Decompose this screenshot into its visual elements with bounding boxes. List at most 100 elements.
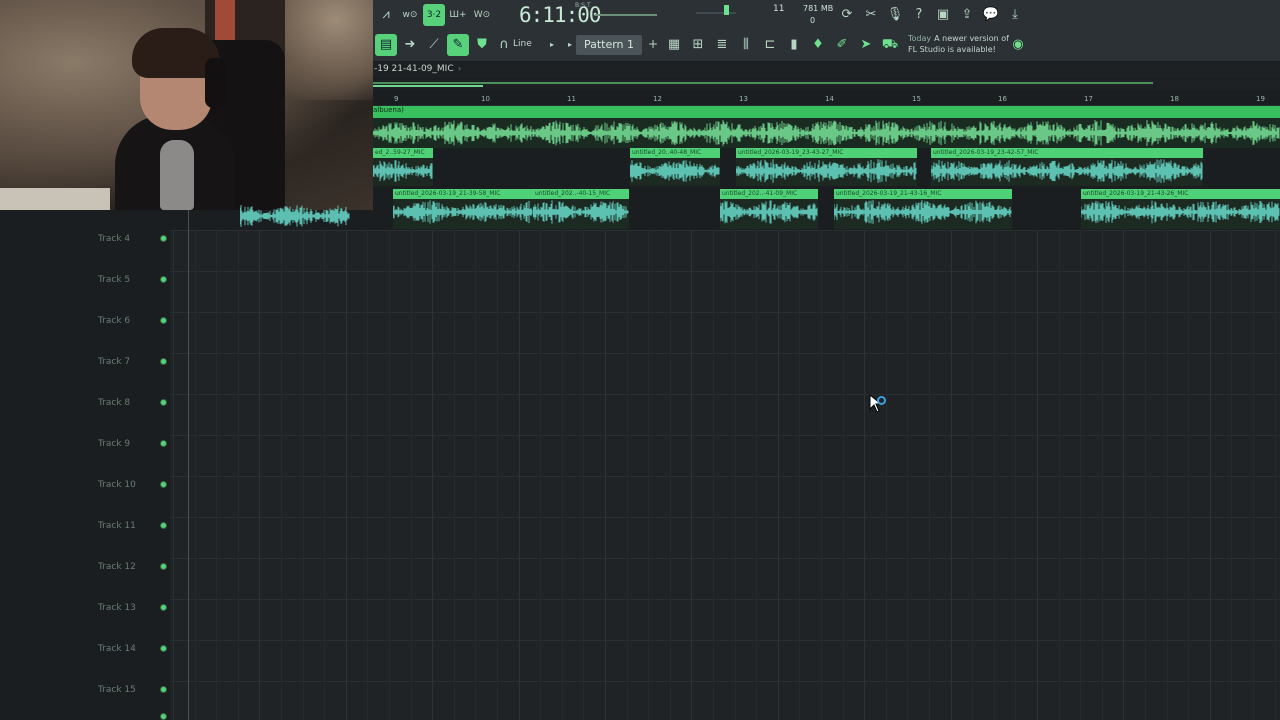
clip-title: untitled_2026-03-19_23-42-57_MIC	[931, 148, 1203, 158]
plugin-icon[interactable]: ▮	[783, 34, 805, 56]
track-mute-button[interactable]	[160, 604, 167, 611]
master-pitch-icon[interactable]: ⩘	[375, 4, 397, 26]
playhead[interactable]	[188, 210, 189, 720]
countdown-icon[interactable]: 3·2	[423, 4, 445, 26]
audio-clip[interactable]: ed_2..59-27_MIC	[373, 148, 433, 186]
stamp-icon[interactable]: ⛊	[471, 34, 493, 56]
grid-column-divider	[993, 230, 995, 720]
breadcrumb-text[interactable]: -19 21-41-09_MIC	[374, 64, 454, 74]
touch-icon[interactable]: ♦	[807, 34, 829, 56]
waveform	[834, 200, 1012, 224]
grid-column-divider	[1253, 230, 1254, 720]
export-icon[interactable]: ⇪	[956, 4, 978, 26]
magnet-icon[interactable]: ∩	[493, 34, 515, 56]
grid-column-divider	[1209, 230, 1211, 720]
track-label[interactable]: Track 10	[98, 480, 136, 490]
audio-clip[interactable]: untitled_20..40-48_MIC	[630, 148, 720, 186]
track-list: Track 4 Track 5 Track 6 Track 7 Track 8 Track…	[0, 210, 170, 720]
chat-icon[interactable]: 💬	[980, 4, 1002, 26]
audio-clip[interactable]: untitled_2026-03-19_21-43-16_MIC	[834, 189, 1012, 229]
grid-column-divider	[605, 230, 606, 720]
playlist-view-icon[interactable]: ▦	[663, 34, 685, 56]
piano-roll-icon[interactable]: ⊞	[687, 34, 709, 56]
track-mute-button[interactable]	[160, 440, 167, 447]
audio-clip[interactable]: untitled_2026-03-19_23-42-57_MIC	[931, 148, 1203, 186]
track-mute-button[interactable]	[160, 276, 167, 283]
channel-rack-icon[interactable]: ≣	[711, 34, 733, 56]
track-label[interactable]: Track 5	[98, 275, 130, 285]
playlist-grid[interactable]	[170, 230, 1280, 720]
track-mute-button[interactable]	[160, 481, 167, 488]
audio-clip[interactable]: untitled_2026-03-19_21-39-58_MIC	[393, 189, 533, 229]
brush-icon[interactable]: ✐	[831, 34, 853, 56]
arrow-icon[interactable]: ➜	[399, 34, 421, 56]
playlist-icon[interactable]: ▤	[375, 34, 397, 56]
clip-title: untitled_2026-03-19_23-43-27_MIC	[736, 148, 917, 158]
grid-column-divider	[475, 230, 477, 720]
globe-icon[interactable]: ◉	[1007, 34, 1029, 56]
paint-icon[interactable]: ⟋	[423, 34, 445, 56]
track-label[interactable]: Track 6	[98, 316, 130, 326]
arrow-right-icon[interactable]: ➤	[855, 34, 877, 56]
browser-icon[interactable]: ⊏	[759, 34, 781, 56]
track-mute-button[interactable]	[160, 399, 167, 406]
grid-column-divider	[345, 230, 347, 720]
track-mute-button[interactable]	[160, 645, 167, 652]
audio-clip[interactable]: untitled_2026-03-19_23-43-27_MIC	[736, 148, 917, 186]
grid-column-divider	[669, 230, 671, 720]
track-label[interactable]: Track 9	[98, 439, 130, 449]
track-label[interactable]: Track 4	[98, 234, 130, 244]
grid-row-divider	[170, 681, 1280, 682]
master-volume-meter	[595, 14, 657, 16]
track-label[interactable]: Track 15	[98, 685, 136, 695]
help-icon[interactable]: ?	[908, 4, 930, 26]
breadcrumb-arrow-icon[interactable]: ›	[458, 64, 461, 73]
track-mute-button[interactable]	[160, 713, 167, 720]
grid-column-divider	[1058, 230, 1060, 720]
audio-clip[interactable]: untitled_2026-03-19_21-43-26_MIC	[1081, 189, 1280, 229]
clip-header[interactable]: albuena)	[373, 106, 1280, 118]
shop-icon[interactable]: ⛟	[879, 34, 901, 56]
track-mute-button[interactable]	[160, 522, 167, 529]
audio-clip[interactable]	[240, 200, 350, 230]
track-mute-button[interactable]	[160, 686, 167, 693]
clip-title: ed_2..59-27_MIC	[373, 148, 433, 158]
grid-column-divider	[907, 230, 909, 720]
undo-history-icon[interactable]: ⟳	[836, 4, 858, 26]
save-icon[interactable]: ▣	[932, 4, 954, 26]
grid-column-divider	[885, 230, 887, 720]
mixer-icon[interactable]: ⫼	[735, 34, 757, 56]
track-label[interactable]: Track 11	[98, 521, 136, 531]
download-icon[interactable]: ⤓	[1004, 4, 1026, 26]
fl-studio-window: ⩘ w⊙ 3·2 Ш+ W⊙ 6:11:00 B:S:T 11 781 MB 0…	[0, 0, 1280, 720]
audio-settings-icon[interactable]: ✂	[860, 4, 882, 26]
grid-column-divider	[216, 230, 218, 720]
audio-clip[interactable]: untitled_202..-40-15_MIC	[533, 189, 629, 229]
track-mute-button[interactable]	[160, 317, 167, 324]
bar-number: 9	[394, 95, 399, 103]
mic-icon[interactable]: 🎙	[884, 4, 906, 26]
snap-selector[interactable]: Line	[513, 39, 532, 49]
playlist-overview[interactable]	[373, 80, 1280, 90]
track-mute-button[interactable]	[160, 358, 167, 365]
track-label[interactable]: Track 13	[98, 603, 136, 613]
pencil-icon[interactable]: ✎	[447, 34, 469, 56]
track-label[interactable]: Track 7	[98, 357, 130, 367]
grid-column-divider	[842, 230, 844, 720]
blend-record-icon[interactable]: W⊙	[471, 4, 493, 26]
track-mute-button[interactable]	[160, 563, 167, 570]
timeline-ruler[interactable]: 9 10 11 12 13 14 15 16 17 18 19	[373, 92, 1280, 106]
track-label[interactable]: Track 12	[98, 562, 136, 572]
pattern-selector[interactable]: Pattern 1	[576, 35, 642, 55]
track-label[interactable]: Track 14	[98, 644, 136, 654]
news-panel[interactable]: Today A newer version of FL Studio is ava…	[908, 33, 1018, 55]
clip-title: albuena)	[373, 106, 404, 114]
track-label[interactable]: Track 8	[98, 398, 130, 408]
wait-record-icon[interactable]: w⊙	[399, 4, 421, 26]
add-pattern-button[interactable]: +	[648, 37, 658, 51]
grid-column-divider	[1037, 230, 1038, 720]
track-mute-button[interactable]	[160, 235, 167, 242]
step-record-icon[interactable]: Ш+	[447, 4, 469, 26]
audio-clip[interactable]: untitled_202..-41-09_MIC	[720, 189, 818, 229]
audio-clip-main[interactable]: albuena)	[373, 106, 1280, 148]
